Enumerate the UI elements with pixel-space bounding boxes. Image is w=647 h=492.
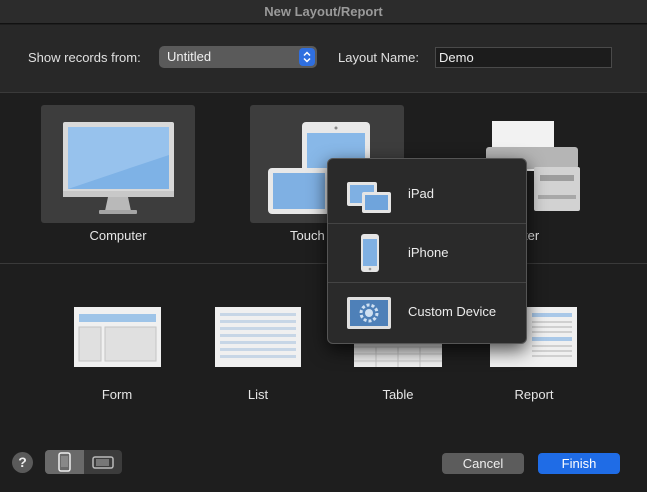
menu-item-label-custom-device: Custom Device xyxy=(408,304,497,319)
list-icon xyxy=(215,307,301,367)
custom-device-icon xyxy=(347,297,391,329)
device-tile-computer[interactable] xyxy=(41,105,195,223)
layout-type-label-table: Table xyxy=(382,387,414,402)
show-records-label: Show records from: xyxy=(28,50,141,65)
updown-chevron-icon xyxy=(299,48,315,66)
section-divider xyxy=(0,263,647,264)
layout-type-label-report: Report xyxy=(514,387,554,402)
finish-button[interactable]: Finish xyxy=(538,453,620,474)
menu-item-ipad[interactable]: iPad xyxy=(328,165,526,224)
portrait-phone-icon xyxy=(58,452,71,472)
layout-type-form[interactable] xyxy=(74,307,161,370)
window-title: New Layout/Report xyxy=(0,0,647,24)
menu-item-iphone[interactable]: iPhone xyxy=(328,224,526,283)
menu-item-label-iphone: iPhone xyxy=(408,245,449,260)
layout-type-label-form: Form xyxy=(101,387,133,402)
cancel-button[interactable]: Cancel xyxy=(442,453,524,474)
ipad-icon xyxy=(347,182,391,213)
layout-name-field[interactable] xyxy=(435,47,612,68)
show-records-value: Untitled xyxy=(167,49,212,64)
help-button[interactable]: ? xyxy=(12,452,33,473)
iphone-icon xyxy=(361,234,379,272)
computer-icon xyxy=(63,122,174,214)
show-records-popup[interactable]: Untitled xyxy=(159,46,317,68)
device-menu: iPad iPhone Custom Device xyxy=(327,158,527,344)
menu-item-custom-device[interactable]: Custom Device xyxy=(328,283,526,342)
portrait-segment[interactable] xyxy=(45,450,84,474)
landscape-phone-icon xyxy=(92,456,114,469)
form-icon xyxy=(74,307,161,367)
landscape-segment[interactable] xyxy=(84,450,122,474)
layout-name-label: Layout Name: xyxy=(338,50,419,65)
layout-type-list[interactable] xyxy=(215,307,301,370)
layout-type-label-list: List xyxy=(247,387,269,402)
menu-item-label-ipad: iPad xyxy=(408,186,435,201)
device-label-computer: Computer xyxy=(89,228,147,243)
layout-name-input[interactable] xyxy=(436,48,611,67)
orientation-segmented-control xyxy=(45,450,122,474)
